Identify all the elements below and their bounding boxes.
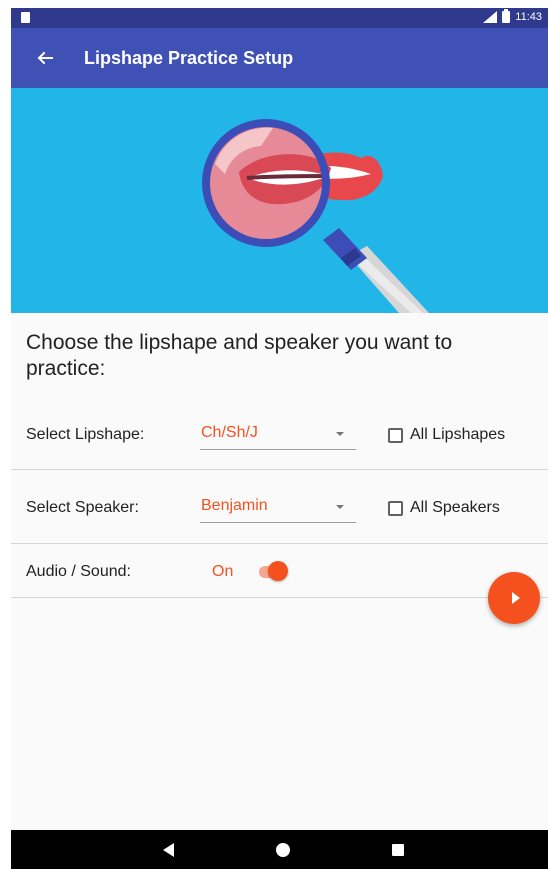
audio-toggle[interactable] <box>258 560 290 582</box>
start-practice-fab[interactable] <box>488 572 540 624</box>
screen: 11:43 Lipshape Practice Setup Choose the… <box>11 8 548 869</box>
speaker-label: Select Speaker: <box>26 499 139 516</box>
divider <box>11 543 548 544</box>
sd-card-icon <box>21 12 30 23</box>
status-clock: 11:43 <box>515 11 542 23</box>
instruction-text: Choose the lipshape and speaker you want… <box>26 331 453 380</box>
speaker-dropdown[interactable]: Benjamin <box>200 495 356 523</box>
all-lipshapes-checkbox-row[interactable]: All Lipshapes <box>388 426 505 444</box>
audio-toggle-state: On <box>212 563 234 580</box>
lipshape-dropdown[interactable]: Ch/Sh/J <box>200 422 356 450</box>
toggle-thumb[interactable] <box>268 561 288 581</box>
all-lipshapes-checkbox[interactable] <box>388 427 403 443</box>
nav-home-icon[interactable] <box>276 843 290 857</box>
all-speakers-checkbox[interactable] <box>388 500 403 516</box>
hero-banner <box>11 88 548 313</box>
app-bar: Lipshape Practice Setup <box>11 28 548 88</box>
all-speakers-checkbox-row[interactable]: All Speakers <box>388 499 500 517</box>
arrow-back-icon <box>37 51 53 65</box>
magnifying-glass-lips-illustration <box>202 119 429 313</box>
dropdown-arrow-icon <box>336 505 344 509</box>
audio-label: Audio / Sound: <box>26 563 131 580</box>
dropdown-arrow-icon <box>336 432 344 436</box>
divider <box>11 469 548 470</box>
status-bar: 11:43 <box>11 8 548 28</box>
all-speakers-label: All Speakers <box>410 499 500 516</box>
lipshape-dropdown-value: Ch/Sh/J <box>201 424 258 441</box>
page-title: Lipshape Practice Setup <box>84 48 294 68</box>
nav-back-icon[interactable] <box>163 843 174 857</box>
lipshape-label: Select Lipshape: <box>26 426 145 443</box>
play-icon <box>511 592 520 604</box>
battery-icon <box>502 9 511 23</box>
navigation-bar <box>11 830 548 869</box>
divider <box>11 597 548 598</box>
speaker-dropdown-value: Benjamin <box>201 497 268 514</box>
all-lipshapes-label: All Lipshapes <box>410 426 506 443</box>
signal-icon <box>483 11 498 23</box>
nav-recents-icon[interactable] <box>392 844 404 856</box>
back-button[interactable] <box>31 44 59 72</box>
